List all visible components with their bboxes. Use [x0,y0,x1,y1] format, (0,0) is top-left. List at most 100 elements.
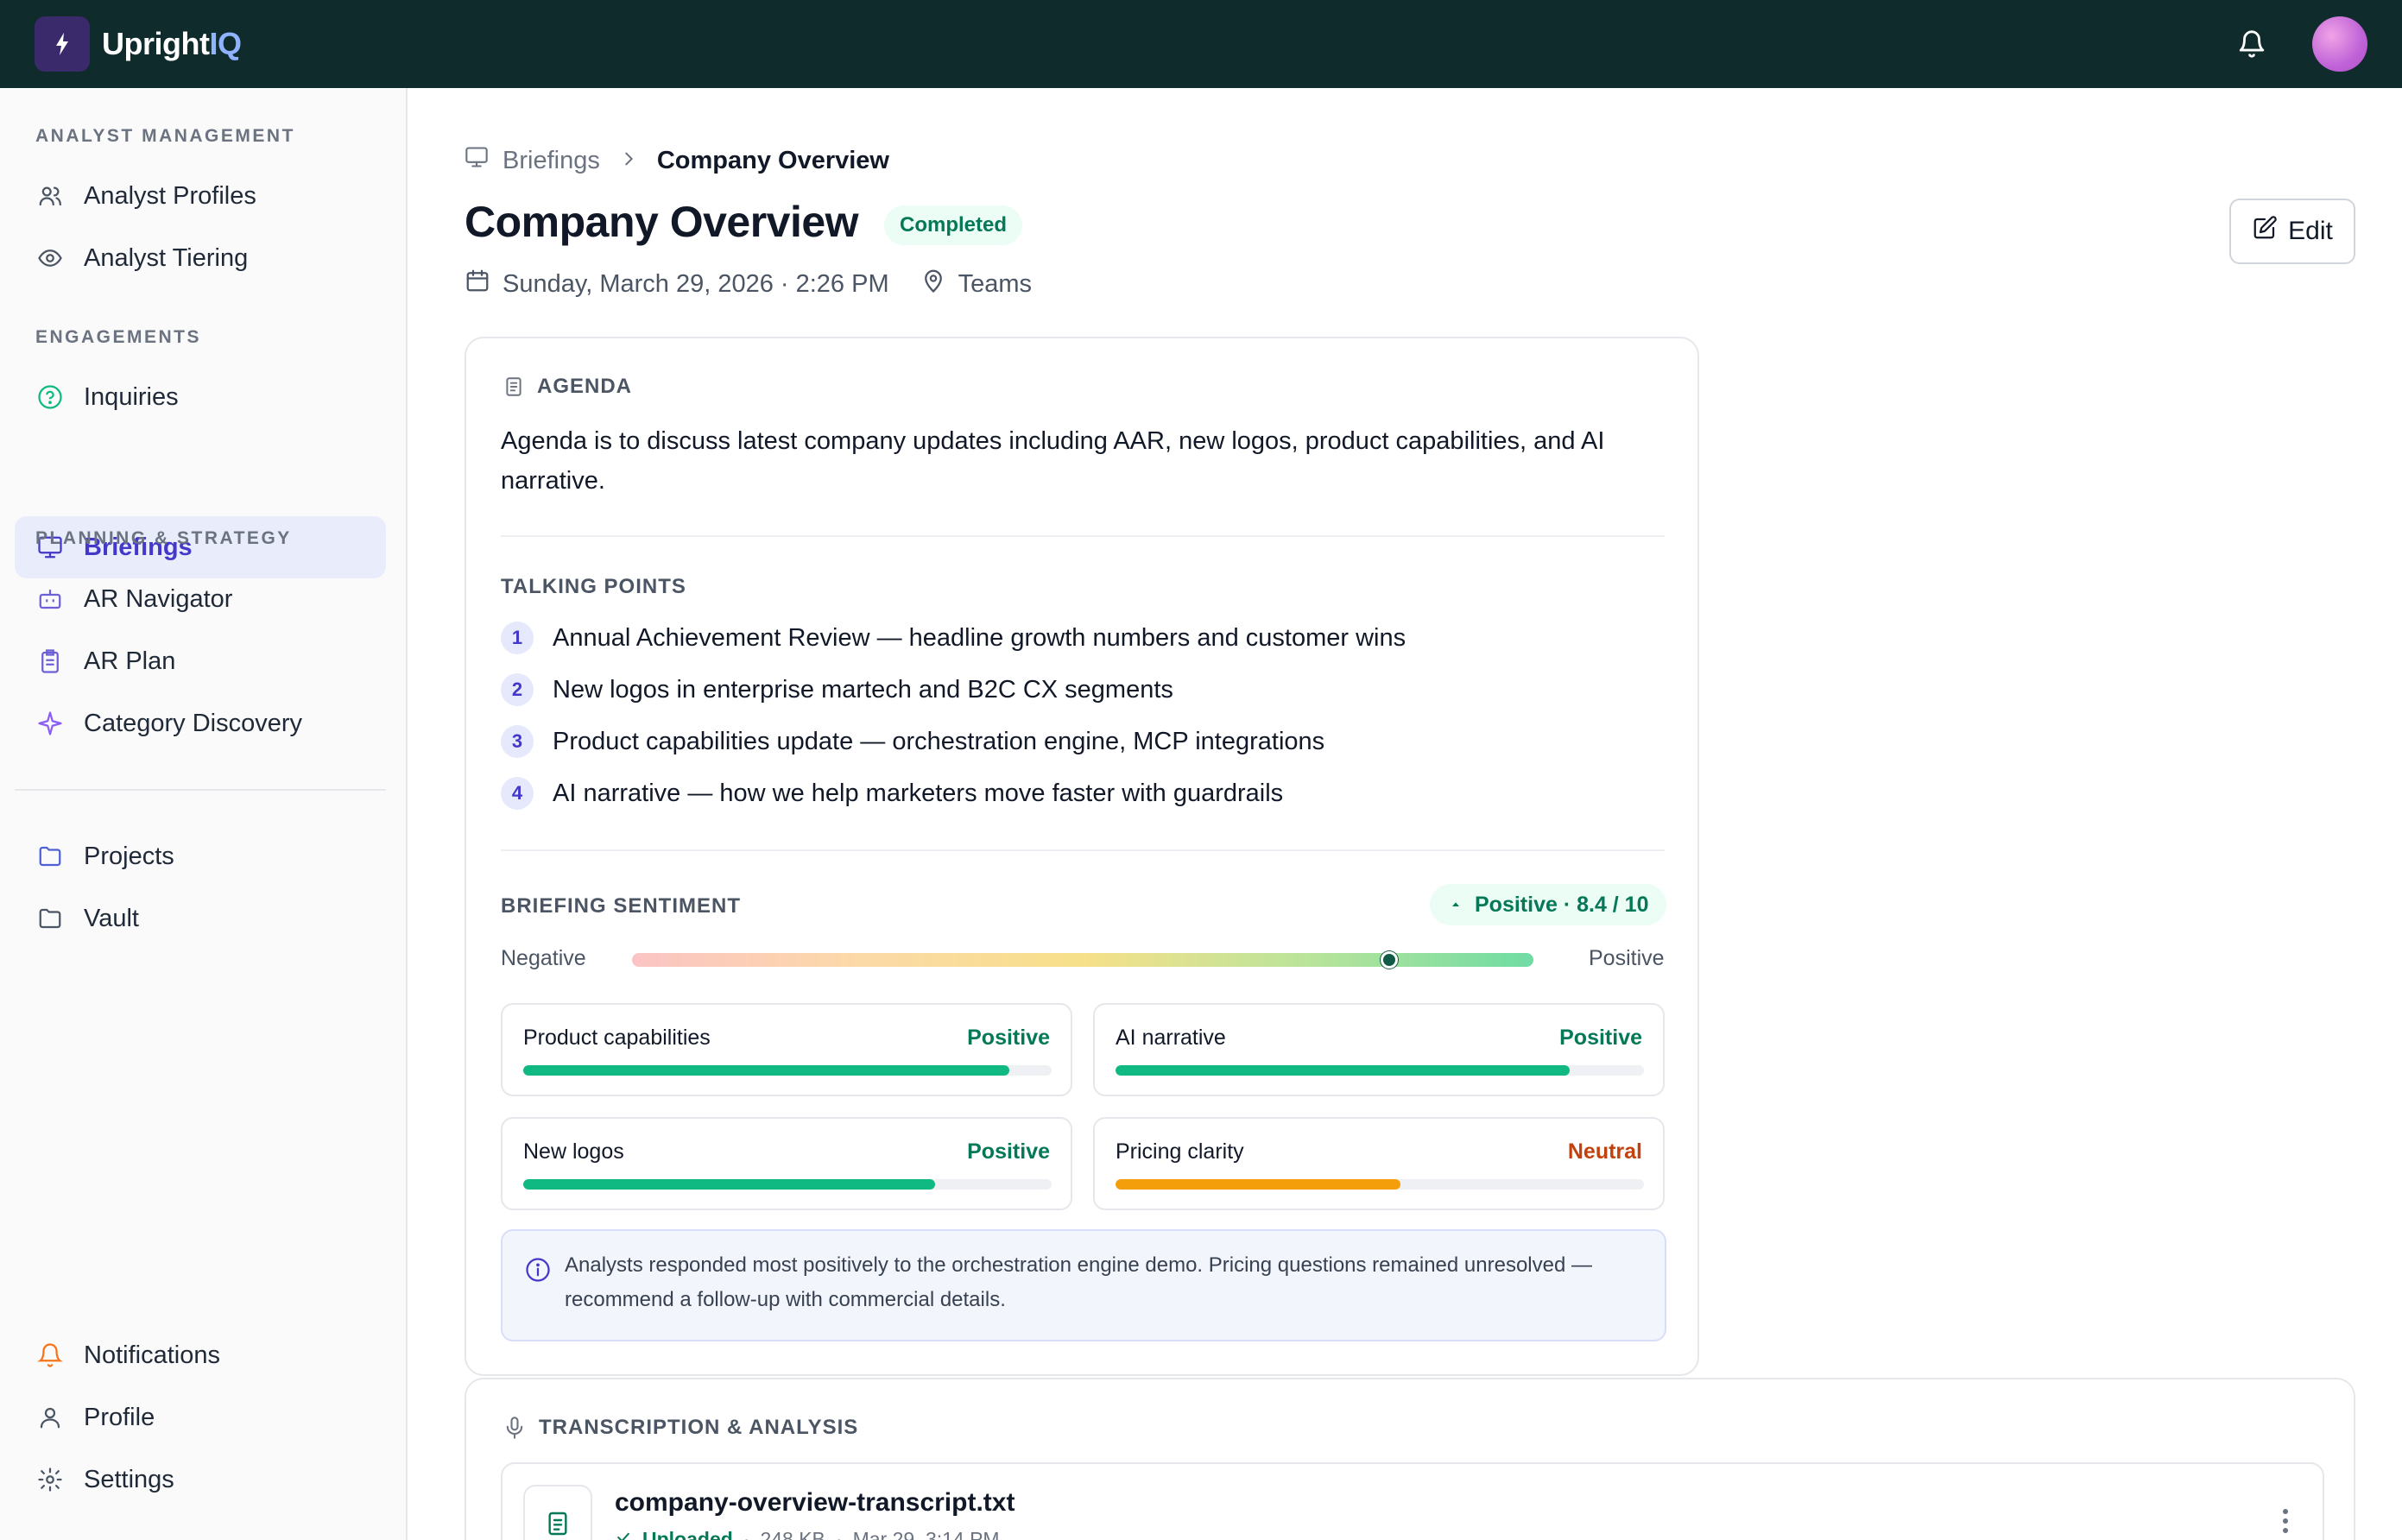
calendar-icon [465,268,490,300]
eye-icon [35,243,65,273]
agenda-heading: AGENDA [503,375,632,399]
sidebar-item-category-discovery[interactable]: Category Discovery [15,692,386,754]
file-meta: Uploaded · 248 KB · Mar 29, 3:14 PM [615,1528,1000,1540]
topic-bar-track [523,1179,1052,1190]
document-icon [503,376,525,398]
sidebar-item-ar-plan[interactable]: AR Plan [15,630,386,692]
topic-level: Positive [967,1026,1050,1050]
file-size: 248 KB [760,1528,825,1540]
status-badge: Completed [884,205,1023,245]
file-text-icon [523,1485,592,1540]
folder-icon [35,904,65,933]
briefing-details-card: AGENDA Agenda is to discuss latest compa… [465,337,1699,1376]
topic-name: AI narrative [1116,1026,1226,1050]
sentiment-topic-card: Product capabilities Positive [501,1003,1072,1096]
talking-point-number: 1 [501,622,534,654]
topic-name: Pricing clarity [1116,1139,1244,1164]
sidebar-item-ar-navigator[interactable]: AR Navigator [15,568,386,630]
logo-icon[interactable] [35,16,90,72]
topic-bar-fill [523,1179,936,1190]
topic-bar-track [523,1065,1052,1076]
sidebar-item-inquiries[interactable]: Inquiries [15,366,386,428]
topic-bar-fill [1116,1179,1401,1190]
talking-point-number: 3 [501,725,534,758]
sentiment-topic-card: Pricing clarity Neutral [1093,1117,1665,1210]
talking-point: 1 Annual Achievement Review — headline g… [501,622,1406,654]
breadcrumb-briefings-link[interactable]: Briefings [503,147,600,175]
sidebar-item-projects[interactable]: Projects [15,825,386,887]
edit-button[interactable]: Edit [2229,199,2355,264]
sidebar-item-vault[interactable]: Vault [15,887,386,950]
sentiment-score-badge: Positive · 8.4 / 10 [1430,884,1666,925]
info-icon [525,1257,551,1287]
user-icon [35,1403,65,1432]
topic-bar-fill [523,1065,1010,1076]
microphone-icon [503,1416,527,1440]
monitor-icon [465,145,489,176]
sentiment-insight-note: Analysts responded most positively to th… [501,1229,1666,1341]
scale-high-label: Positive [1589,946,1665,970]
bot-icon [35,584,65,614]
section-title-planning-strategy: PLANNING & STRATEGY [35,528,292,548]
sidebar-item-analyst-tiering[interactable]: Analyst Tiering [15,227,386,289]
sparkle-icon [35,709,65,738]
more-options-icon[interactable] [2283,1509,2288,1533]
help-circle-icon [35,382,65,412]
topic-level: Positive [1559,1026,1642,1050]
gear-icon [35,1465,65,1494]
app-name[interactable]: UprightIQ [102,26,242,62]
file-status: Uploaded [642,1528,733,1540]
talking-point: 4 AI narrative — how we help marketers m… [501,777,1283,810]
sentiment-heading: BRIEFING SENTIMENT [501,894,742,918]
talking-point: 3 Product capabilities update — orchestr… [501,725,1324,758]
page-title: Company Overview [465,198,859,246]
scale-low-label: Negative [501,946,586,970]
notifications-bell-icon[interactable] [2234,27,2269,61]
talking-points-heading: TALKING POINTS [501,575,686,598]
sentiment-scale-bar [632,953,1533,967]
briefing-meta: Sunday, March 29, 2026 · 2:26 PM Teams [465,268,1032,300]
breadcrumb-current: Company Overview [656,146,889,174]
section-title-engagements: ENGAGEMENTS [35,327,202,347]
sidebar-item-analyst-profiles[interactable]: Analyst Profiles [15,165,386,227]
file-name[interactable]: company-overview-transcript.txt [615,1488,1015,1518]
edit-icon [2252,215,2278,248]
topic-bar-fill [1116,1065,1571,1076]
sidebar: ANALYST MANAGEMENT Analyst Profiles Anal… [0,88,408,1540]
sidebar-item-profile[interactable]: Profile [15,1386,386,1448]
check-icon [615,1528,632,1540]
topic-level: Positive [967,1139,1050,1164]
agenda-text: Agenda is to discuss latest company upda… [501,427,1605,495]
bell-icon [35,1341,65,1370]
topic-name: New logos [523,1139,624,1164]
clipboard-icon [35,647,65,676]
topic-name: Product capabilities [523,1026,711,1050]
sidebar-item-settings[interactable]: Settings [15,1448,386,1511]
divider [501,535,1665,537]
talking-point-number: 2 [501,673,534,706]
file-date: Mar 29, 3:14 PM [852,1528,1000,1540]
sidebar-item-notifications[interactable]: Notifications [15,1324,386,1386]
sentiment-scale-marker [1380,951,1398,969]
transcript-file-row[interactable]: company-overview-transcript.txt Uploaded… [501,1462,2324,1540]
topic-bar-track [1116,1065,1644,1076]
divider [501,849,1665,851]
topic-level: Neutral [1567,1139,1642,1164]
briefing-location: Teams [958,269,1033,298]
breadcrumb: Briefings Company Overview [465,145,889,176]
talking-point: 2 New logos in enterprise martech and B2… [501,673,1173,706]
section-title-analyst-management: ANALYST MANAGEMENT [35,126,295,146]
transcription-card: TRANSCRIPTION & ANALYSIS company-overvie… [465,1378,2355,1540]
top-bar: UprightIQ [0,0,2402,88]
briefing-date: Sunday, March 29, 2026 · 2:26 PM [503,269,889,298]
map-pin-icon [920,268,946,300]
chevron-up-icon [1449,893,1463,918]
sidebar-divider [15,789,386,791]
users-icon [35,181,65,211]
talking-point-number: 4 [501,777,534,810]
chevron-right-icon [619,147,638,175]
sentiment-topic-card: AI narrative Positive [1093,1003,1665,1096]
user-avatar[interactable] [2312,16,2367,72]
folder-icon [35,842,65,871]
topic-bar-track [1116,1179,1644,1190]
